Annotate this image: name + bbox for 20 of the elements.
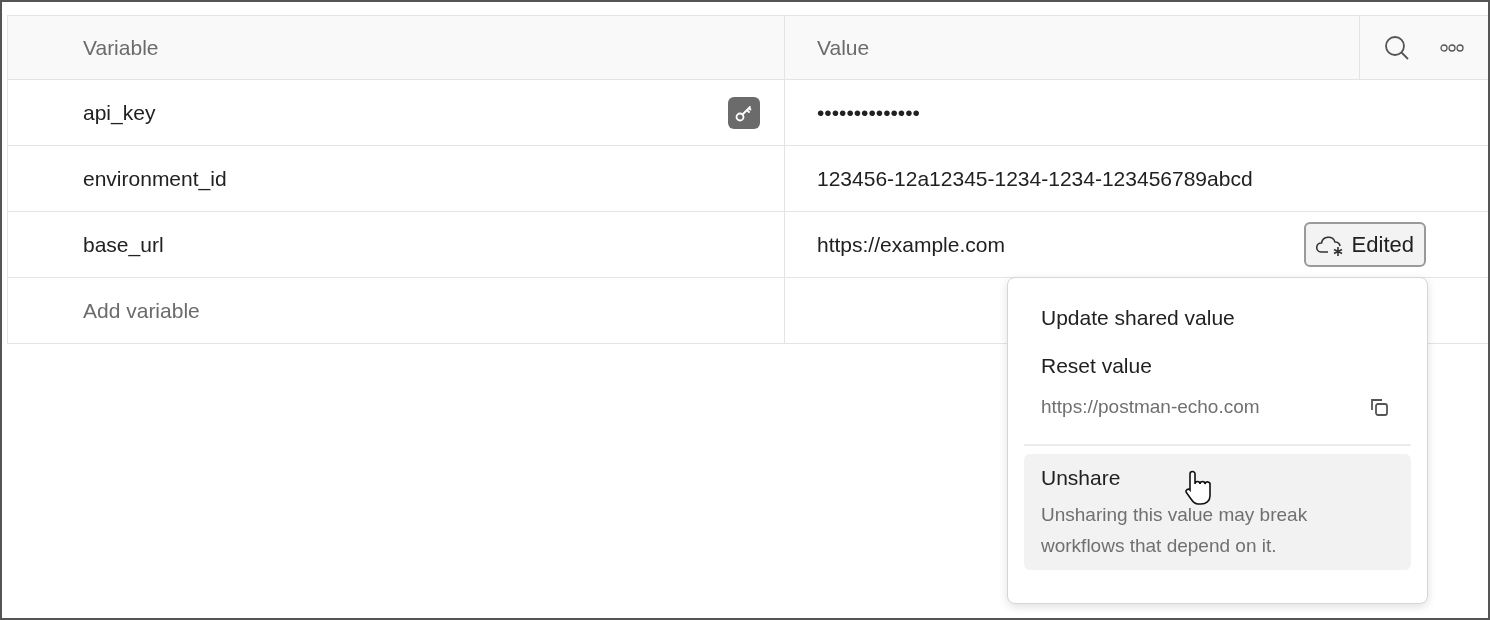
edited-button[interactable]: Edited	[1303, 222, 1426, 267]
search-icon[interactable]	[1384, 34, 1410, 61]
add-variable-field[interactable]: Add variable	[83, 294, 200, 327]
variable-value: ••••••••••••••	[817, 99, 920, 126]
menu-item[interactable]: Update shared value	[1041, 302, 1394, 334]
hand-cursor-icon	[1182, 469, 1212, 506]
copy-icon[interactable]	[1368, 396, 1390, 419]
variable-name: environment_id	[83, 165, 227, 193]
menu-item[interactable]: Reset value	[1041, 349, 1394, 381]
column-header: Variable	[83, 34, 159, 61]
more-icon[interactable]	[1440, 43, 1464, 52]
key-icon[interactable]	[728, 96, 760, 129]
shared-value-text: https://postman-echo.com	[1041, 395, 1260, 419]
menu-item[interactable]: Unshare Unsharing this value may break workflows that depend on it.	[1024, 453, 1411, 570]
variable-value: 123456-12a12345-1234-1234-123456789abcd	[817, 165, 1253, 192]
variable-name: api_key	[83, 99, 156, 127]
variable-name: base_url	[83, 231, 164, 259]
column-header: Value	[817, 34, 870, 61]
variable-value: https://example.com	[817, 231, 1005, 258]
item-description: Unsharing this value may break workflows that depend on it.	[1041, 503, 1309, 559]
